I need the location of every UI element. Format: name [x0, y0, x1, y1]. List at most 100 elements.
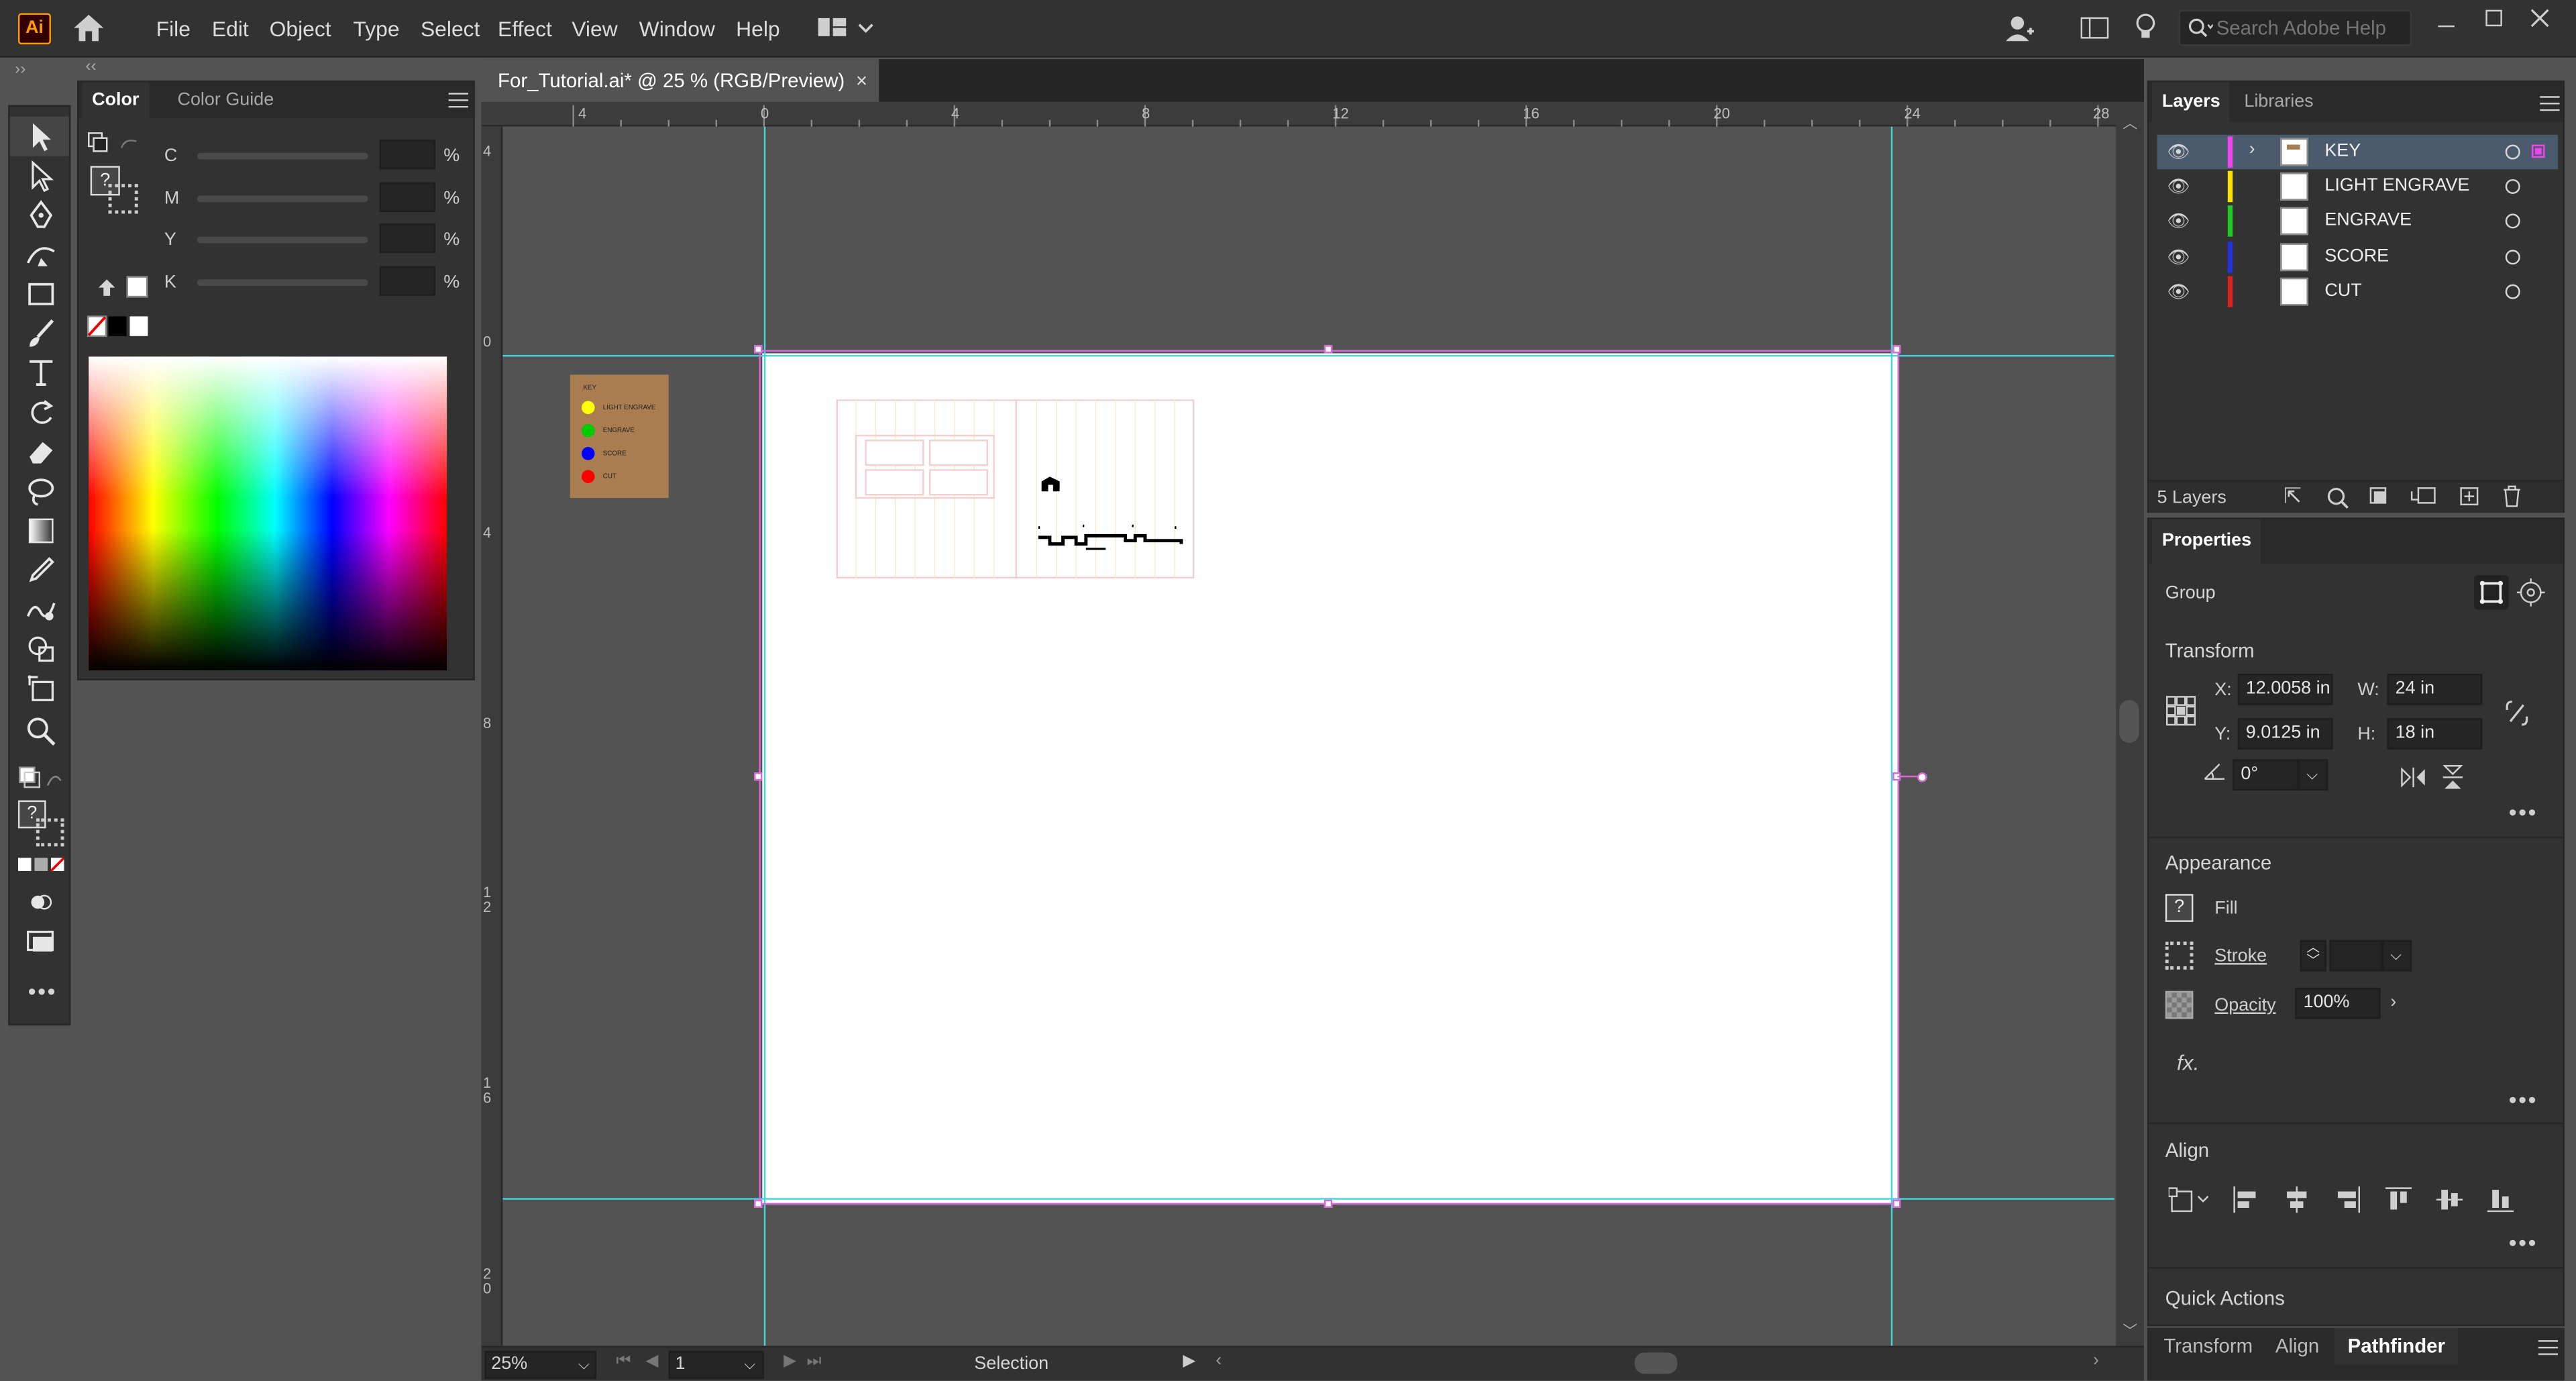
tab-color-guide[interactable]: Color Guide — [168, 82, 284, 118]
menu-view[interactable]: View — [572, 16, 617, 41]
color-spectrum[interactable] — [89, 356, 447, 671]
close-tab-icon[interactable]: × — [856, 59, 867, 102]
resize-handle[interactable] — [754, 1199, 763, 1209]
align-bottom-icon[interactable] — [2485, 1185, 2515, 1219]
recolor-icon[interactable] — [2515, 577, 2546, 609]
layer-row-cut[interactable]: 👁 CUT — [2157, 274, 2559, 309]
paintbrush-tool-icon[interactable] — [25, 317, 58, 350]
tab-color[interactable]: Color — [82, 82, 150, 119]
artboard-dropdown-icon[interactable]: ⌵ — [744, 1353, 755, 1378]
lasso-tool-icon[interactable] — [25, 475, 58, 508]
align-to-dropdown[interactable] — [2167, 1185, 2215, 1215]
horizontal-ruler[interactable]: 4 0 4 8 12 16 20 24 28 — [481, 101, 2144, 127]
pen-tool-icon[interactable] — [25, 199, 58, 232]
new-sublayer-icon[interactable] — [2410, 487, 2436, 511]
panel-menu-icon[interactable] — [448, 91, 468, 113]
opacity-expand-icon[interactable]: › — [2390, 992, 2396, 1012]
rectangle-tool-icon[interactable] — [25, 278, 58, 311]
clipping-mask-icon[interactable] — [2369, 487, 2388, 511]
yellow-slider[interactable] — [197, 236, 368, 244]
layer-target-icon[interactable] — [2505, 250, 2520, 265]
menu-edit[interactable]: Edit — [212, 16, 249, 41]
stroke-weight-input[interactable] — [2329, 939, 2383, 972]
panel-menu-icon[interactable] — [2540, 94, 2560, 117]
transform-more-options-icon[interactable]: ••• — [2509, 799, 2538, 825]
gradient-tool-icon[interactable] — [25, 515, 58, 548]
visibility-eye-icon[interactable]: 👁 — [2167, 210, 2190, 232]
scroll-up-icon[interactable]: ︿ — [2123, 112, 2137, 134]
resize-handle[interactable] — [1892, 1199, 1901, 1209]
direct-selection-tool-icon[interactable] — [25, 160, 58, 193]
appearance-more-options-icon[interactable]: ••• — [2509, 1086, 2538, 1113]
layer-target-icon[interactable] — [2505, 178, 2520, 194]
swap-colors-icon[interactable] — [120, 135, 140, 151]
status-menu-icon[interactable]: ▶ — [1183, 1353, 1195, 1371]
horizontal-scroll-thumb[interactable] — [1634, 1352, 1678, 1374]
document-tab[interactable]: For_Tutorial.ai* @ 25 % (RGB/Preview) × — [481, 59, 879, 102]
selection-bounding-box[interactable] — [759, 350, 1900, 1205]
delete-layer-icon[interactable] — [2502, 484, 2522, 513]
selection-indicator[interactable] — [2531, 144, 2545, 158]
align-right-icon[interactable] — [2333, 1185, 2363, 1219]
cyan-slider[interactable] — [197, 152, 368, 160]
tab-align[interactable]: Align — [2262, 1328, 2332, 1364]
more-tools-icon[interactable]: ••• — [28, 978, 57, 1004]
layer-row-key[interactable]: 👁 › KEY — [2157, 134, 2559, 170]
align-left-icon[interactable] — [2231, 1185, 2261, 1219]
zoom-tool-icon[interactable] — [25, 715, 58, 748]
resize-handle[interactable] — [1324, 345, 1333, 354]
lightbulb-icon[interactable] — [2134, 13, 2157, 43]
home-icon[interactable] — [72, 13, 105, 43]
zoom-dropdown-icon[interactable]: ⌵ — [578, 1353, 590, 1378]
visibility-eye-icon[interactable]: 👁 — [2167, 246, 2190, 268]
first-artboard-icon[interactable]: ⏮ — [616, 1353, 631, 1371]
type-tool-icon[interactable] — [25, 356, 58, 389]
layer-row-engrave[interactable]: 👁 ENGRAVE — [2157, 204, 2559, 238]
close-window-icon[interactable] — [2530, 8, 2549, 28]
align-more-options-icon[interactable]: ••• — [2509, 1229, 2538, 1256]
resize-handle[interactable] — [754, 772, 763, 781]
black-input[interactable] — [379, 266, 435, 296]
tab-libraries[interactable]: Libraries — [2235, 82, 2324, 121]
puppet-warp-tool-icon[interactable] — [25, 593, 58, 626]
scroll-right-icon[interactable]: › — [2093, 1351, 2099, 1370]
collapse-toolbar-icon[interactable]: ›› — [15, 61, 25, 79]
align-top-icon[interactable] — [2383, 1185, 2413, 1219]
magenta-input[interactable] — [379, 182, 435, 212]
artboard-tool-icon[interactable] — [25, 672, 58, 705]
maximize-icon[interactable] — [2484, 8, 2504, 28]
menu-file[interactable]: File — [156, 16, 191, 41]
layer-row-light-engrave[interactable]: 👁 LIGHT ENGRAVE — [2157, 169, 2559, 203]
stroke-weight-dropdown-icon[interactable]: ⌵ — [2382, 939, 2412, 972]
locate-object-icon[interactable] — [2326, 487, 2349, 515]
prev-artboard-icon[interactable]: ◀ — [645, 1353, 658, 1371]
fill-stroke-indicator[interactable]: ? — [17, 800, 67, 847]
color-mode-buttons[interactable] — [17, 854, 67, 872]
effects-button[interactable]: fx. — [2177, 1050, 2200, 1075]
panel-menu-icon[interactable] — [2538, 1337, 2559, 1360]
constrain-proportions-icon[interactable] — [2504, 699, 2530, 728]
vertical-scrollbar[interactable]: ︿ ﹀ — [2116, 101, 2144, 1346]
tab-transform[interactable]: Transform — [2151, 1328, 2266, 1364]
x-position-input[interactable]: 12.0058 in — [2237, 674, 2333, 705]
menu-type[interactable]: Type — [354, 16, 400, 41]
rotate-angle-input[interactable]: 0° — [2233, 759, 2299, 790]
menu-window[interactable]: Window — [639, 16, 715, 41]
tab-properties[interactable]: Properties — [2152, 519, 2261, 564]
menu-help[interactable]: Help — [736, 16, 780, 41]
menu-select[interactable]: Select — [421, 16, 480, 41]
resize-handle[interactable] — [754, 345, 763, 354]
screen-mode-icon[interactable] — [25, 925, 58, 958]
search-input[interactable] — [2216, 11, 2406, 45]
layer-row-score[interactable]: 👁 SCORE — [2157, 240, 2559, 274]
vertical-ruler[interactable]: 4 0 4 8 1 2 1 6 2 0 — [481, 126, 503, 1346]
magenta-slider[interactable] — [197, 195, 368, 203]
user-share-icon[interactable] — [2002, 13, 2035, 43]
draw-mode-icon[interactable] — [25, 886, 58, 919]
curvature-tool-icon[interactable] — [25, 238, 58, 271]
opacity-icon[interactable] — [2165, 990, 2194, 1019]
cyan-input[interactable] — [379, 140, 435, 170]
rotate-tool-icon[interactable] — [25, 396, 58, 429]
width-input[interactable]: 24 in — [2387, 674, 2483, 705]
out-of-gamut-icon[interactable] — [97, 278, 116, 297]
